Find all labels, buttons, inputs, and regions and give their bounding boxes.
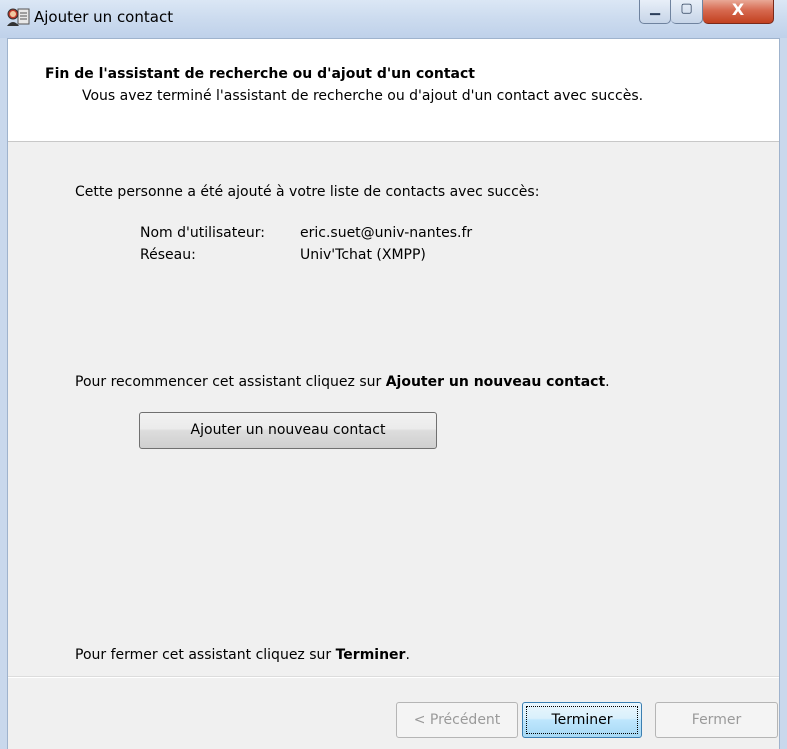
username-label: Nom d'utilisateur: xyxy=(140,225,265,241)
add-new-contact-button[interactable]: Ajouter un nouveau contact xyxy=(139,412,437,449)
close-suffix: . xyxy=(405,647,410,663)
close-button[interactable]: Fermer xyxy=(655,702,778,738)
close-instruction: Pour fermer cet assistant cliquez sur Te… xyxy=(75,647,410,663)
close-icon: X xyxy=(731,0,745,19)
maximize-button[interactable]: ▢ xyxy=(671,0,703,24)
contacts-icon xyxy=(7,8,30,26)
restart-suffix: . xyxy=(605,374,610,390)
finish-button[interactable]: Terminer xyxy=(522,702,642,738)
close-window-button[interactable]: X xyxy=(703,0,774,24)
restart-bold: Ajouter un nouveau contact xyxy=(385,374,606,390)
minimize-button[interactable]: ▁ xyxy=(639,0,671,24)
footer-divider xyxy=(8,676,779,678)
focus-rectangle xyxy=(526,706,638,734)
close-prefix: Pour fermer cet assistant cliquez sur xyxy=(75,647,336,663)
window-frame-left xyxy=(0,38,8,749)
title-bar[interactable]: Ajouter un contact ▁ ▢ X xyxy=(0,0,787,39)
window-title: Ajouter un contact xyxy=(34,8,174,26)
restart-instruction: Pour recommencer cet assistant cliquez s… xyxy=(75,374,610,390)
success-message: Cette personne a été ajouté à votre list… xyxy=(75,184,540,200)
wizard-subtitle: Vous avez terminé l'assistant de recherc… xyxy=(82,88,644,104)
minimize-icon: ▁ xyxy=(650,1,660,16)
add-contact-window: Ajouter un contact ▁ ▢ X Fin de l'assist… xyxy=(0,0,787,749)
close-bold: Terminer xyxy=(335,647,406,663)
network-value: Univ'Tchat (XMPP) xyxy=(300,247,426,263)
window-frame-right xyxy=(779,38,787,749)
previous-button[interactable]: < Précédent xyxy=(396,702,518,738)
username-value: eric.suet@univ-nantes.fr xyxy=(300,225,473,241)
network-label: Réseau: xyxy=(140,247,196,263)
maximize-icon: ▢ xyxy=(680,1,693,16)
wizard-title: Fin de l'assistant de recherche ou d'ajo… xyxy=(45,66,475,82)
wizard-header: Fin de l'assistant de recherche ou d'ajo… xyxy=(8,39,779,142)
wizard-content: Cette personne a été ajouté à votre list… xyxy=(8,142,779,676)
restart-prefix: Pour recommencer cet assistant cliquez s… xyxy=(75,374,386,390)
